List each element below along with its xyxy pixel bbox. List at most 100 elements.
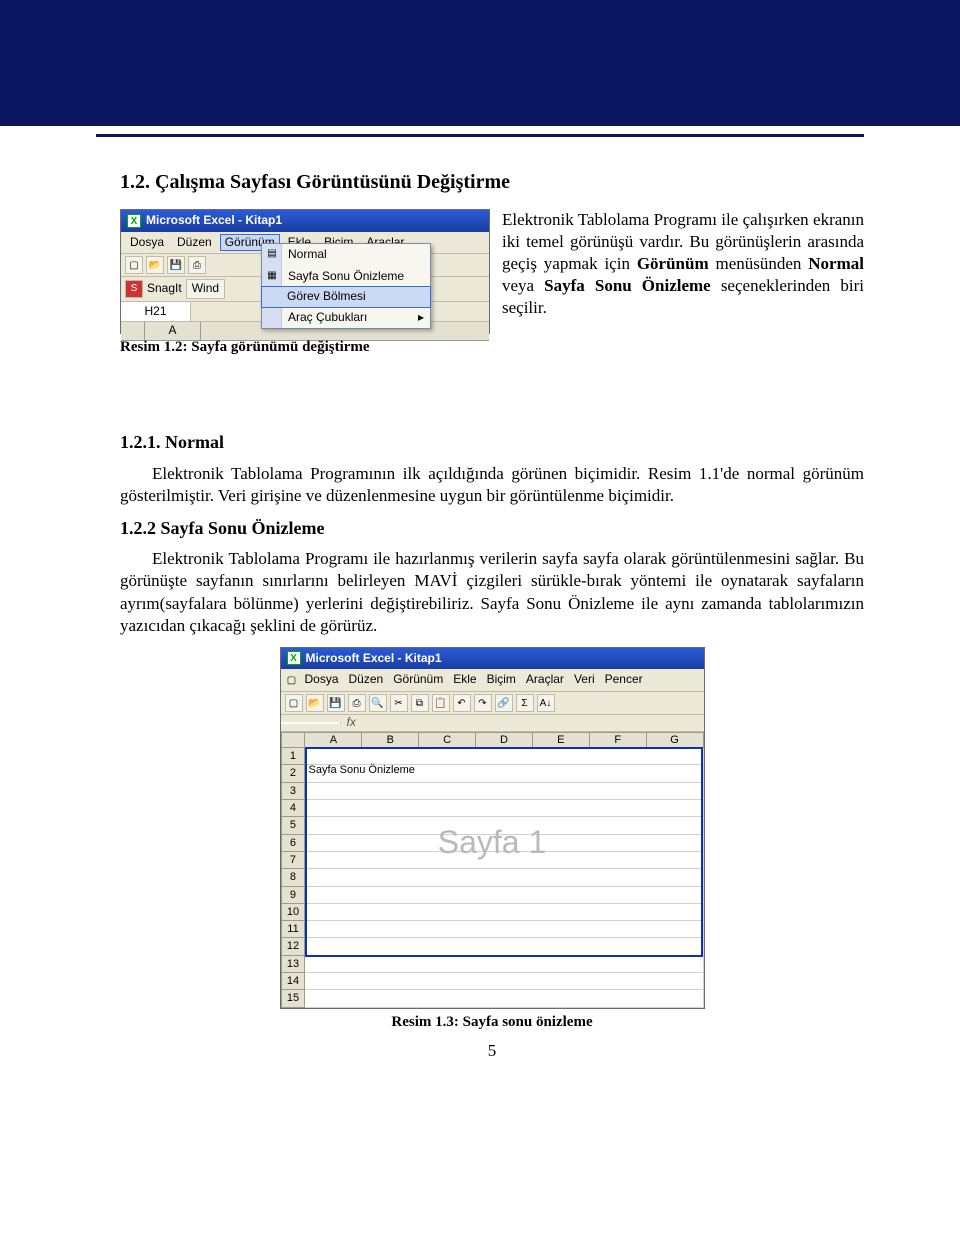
data-cell[interactable]: [305, 973, 703, 990]
row-12[interactable]: 12: [281, 938, 305, 955]
data-cell[interactable]: [305, 782, 703, 799]
popup-item-normal[interactable]: ▤ Normal: [262, 244, 430, 266]
data-cell[interactable]: [305, 800, 703, 817]
excel-screenshot-page-break: X Microsoft Excel - Kitap1 ▢ Dosya Düzen…: [280, 647, 705, 1009]
excel-small-icon: ▢: [285, 671, 299, 689]
row-14[interactable]: 14: [281, 973, 305, 990]
name-box[interactable]: H21: [121, 302, 191, 322]
menubar-2: ▢ Dosya Düzen Görünüm Ekle Biçim Araçlar…: [281, 669, 704, 692]
popup-label-normal: Normal: [288, 247, 327, 261]
menu-dosya[interactable]: Dosya: [125, 234, 169, 252]
row-8[interactable]: 8: [281, 869, 305, 886]
table-row: 2: [281, 765, 703, 782]
snagit-icon[interactable]: S: [125, 280, 143, 298]
open-icon[interactable]: 📂: [146, 256, 164, 274]
data-cell[interactable]: [305, 903, 703, 920]
redo-icon[interactable]: ↷: [474, 694, 492, 712]
open-icon-2[interactable]: 📂: [306, 694, 324, 712]
data-cell[interactable]: [305, 869, 703, 886]
print-preview-icon[interactable]: 🔍: [369, 694, 387, 712]
col-A[interactable]: A: [305, 732, 362, 747]
row-10[interactable]: 10: [281, 903, 305, 920]
normal-view-icon: ▤: [265, 247, 279, 261]
formula-bar: fx: [281, 715, 704, 732]
save-icon[interactable]: 💾: [167, 256, 185, 274]
row-4[interactable]: 4: [281, 800, 305, 817]
row-5[interactable]: 5: [281, 817, 305, 834]
new-icon-2[interactable]: ▢: [285, 694, 303, 712]
popup-item-gorev-bolmesi[interactable]: Görev Bölmesi: [261, 286, 431, 308]
data-cell[interactable]: [305, 851, 703, 868]
intro-bold3: Sayfa Sonu Önizleme: [544, 276, 711, 295]
hyperlink-icon[interactable]: 🔗: [495, 694, 513, 712]
data-cell[interactable]: [305, 765, 703, 782]
figure-1-2-caption: Resim 1.2: Sayfa görünümü değiştirme: [120, 338, 490, 358]
table-row: 14: [281, 973, 703, 990]
row-11[interactable]: 11: [281, 921, 305, 938]
snagit-dropdown[interactable]: Wind: [186, 279, 225, 299]
subsection-1-2-1: 1.2.1. Normal: [120, 431, 864, 454]
row-13[interactable]: 13: [281, 955, 305, 972]
data-cell[interactable]: [305, 921, 703, 938]
name-box-2[interactable]: [281, 722, 341, 724]
row-2[interactable]: 2: [281, 765, 305, 782]
window-title: Microsoft Excel - Kitap1: [146, 213, 282, 229]
copy-icon[interactable]: ⧉: [411, 694, 429, 712]
popup-item-sayfa-sonu[interactable]: ▦ Sayfa Sonu Önizleme: [262, 266, 430, 288]
undo-icon[interactable]: ↶: [453, 694, 471, 712]
menu2-araclar[interactable]: Araçlar: [522, 671, 568, 689]
save-icon-2[interactable]: 💾: [327, 694, 345, 712]
data-cell[interactable]: [305, 938, 703, 955]
row-15[interactable]: 15: [281, 990, 305, 1007]
figure-and-text-row: X Microsoft Excel - Kitap1 Dosya Düzen G…: [120, 209, 864, 423]
menu2-bicim[interactable]: Biçim: [483, 671, 520, 689]
fx-icon[interactable]: fx: [341, 715, 362, 731]
data-cell[interactable]: [305, 955, 703, 972]
menu-duzen[interactable]: Düzen: [172, 234, 217, 252]
menu2-duzen[interactable]: Düzen: [345, 671, 388, 689]
data-cell[interactable]: [305, 748, 703, 765]
col-B[interactable]: B: [362, 732, 419, 747]
row-1[interactable]: 1: [281, 748, 305, 765]
print-icon[interactable]: ⎙: [188, 256, 206, 274]
col-D[interactable]: D: [476, 732, 533, 747]
table-row: 13: [281, 955, 703, 972]
cut-icon[interactable]: ✂: [390, 694, 408, 712]
col-C[interactable]: C: [419, 732, 476, 747]
table-row: 1: [281, 748, 703, 765]
popup-label-arac: Araç Çubukları: [288, 310, 367, 324]
paste-icon[interactable]: 📋: [432, 694, 450, 712]
new-icon[interactable]: ▢: [125, 256, 143, 274]
col-E[interactable]: E: [532, 732, 589, 747]
subsection-1-2-2: 1.2.2 Sayfa Sonu Önizleme: [120, 517, 864, 540]
data-cell[interactable]: [305, 834, 703, 851]
select-all-corner[interactable]: [281, 732, 305, 747]
data-cell[interactable]: [305, 817, 703, 834]
data-cell[interactable]: [305, 886, 703, 903]
row-3[interactable]: 3: [281, 782, 305, 799]
table-row: 7: [281, 851, 703, 868]
excel-icon: X: [127, 214, 141, 228]
menu2-ekle[interactable]: Ekle: [449, 671, 480, 689]
col-G[interactable]: G: [646, 732, 703, 747]
menu2-veri[interactable]: Veri: [570, 671, 599, 689]
menu2-pencere[interactable]: Pencer: [601, 671, 647, 689]
col-head-a[interactable]: A: [145, 322, 201, 340]
figure-1-2-wrap: X Microsoft Excel - Kitap1 Dosya Düzen G…: [120, 209, 490, 423]
menu2-gorunum[interactable]: Görünüm: [389, 671, 447, 689]
titlebar-2: X Microsoft Excel - Kitap1: [281, 648, 704, 670]
row-6[interactable]: 6: [281, 834, 305, 851]
popup-item-arac-cubuklari[interactable]: Araç Çubukları ▸: [262, 307, 430, 329]
autosum-icon[interactable]: Σ: [516, 694, 534, 712]
page-body: 1.2. Çalışma Sayfası Görüntüsünü Değişti…: [0, 137, 960, 1086]
standard-toolbar-2: ▢ 📂 💾 ⎙ 🔍 ✂ ⧉ 📋 ↶ ↷ 🔗 Σ A↓: [281, 692, 704, 715]
print-icon-2[interactable]: ⎙: [348, 694, 366, 712]
data-cell[interactable]: [305, 990, 703, 1007]
row-9[interactable]: 9: [281, 886, 305, 903]
row-7[interactable]: 7: [281, 851, 305, 868]
intro-paragraph: Elektronik Tablolama Programı ile çalışı…: [502, 209, 864, 319]
menu2-dosya[interactable]: Dosya: [301, 671, 343, 689]
sort-az-icon[interactable]: A↓: [537, 694, 555, 712]
col-F[interactable]: F: [589, 732, 646, 747]
table-row: 3: [281, 782, 703, 799]
